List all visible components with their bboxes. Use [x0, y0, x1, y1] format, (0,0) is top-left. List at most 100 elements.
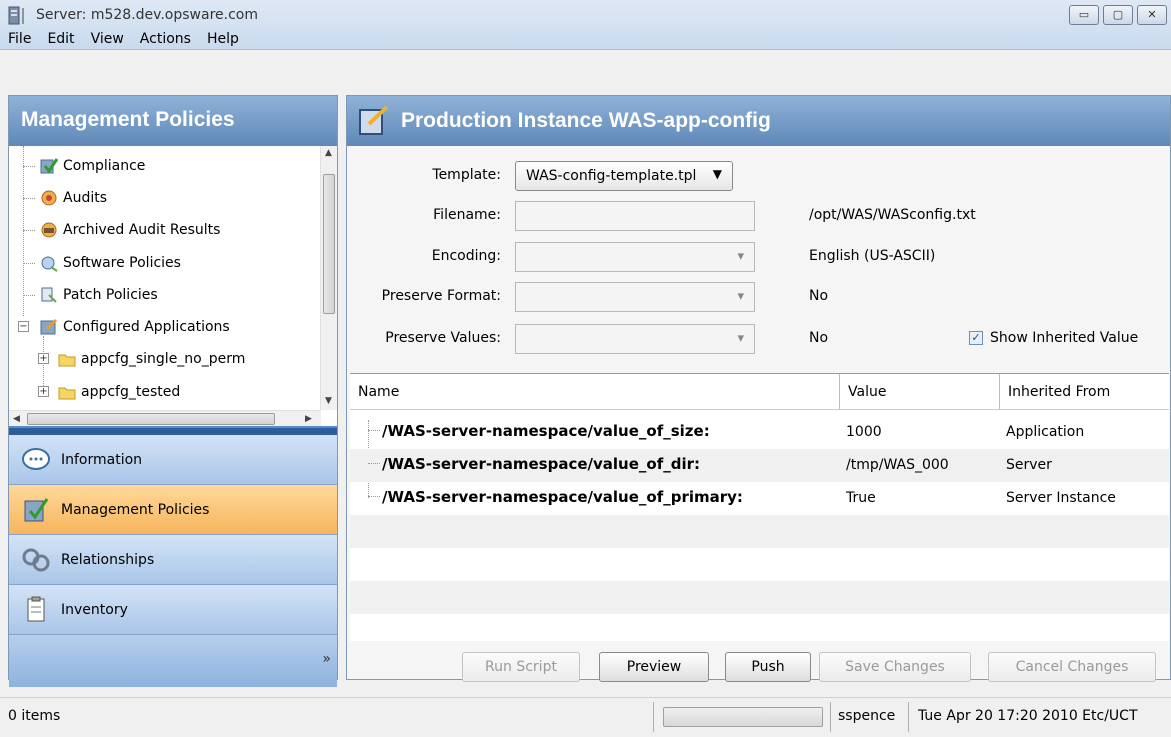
- run-script-button[interactable]: Run Script: [462, 652, 580, 682]
- tree-item-archived-audit-results[interactable]: Archived Audit Results: [39, 215, 220, 245]
- nav-information[interactable]: Information: [9, 435, 337, 485]
- close-button[interactable]: ✕: [1137, 5, 1167, 25]
- tree-item-patch-policies[interactable]: Patch Policies: [39, 280, 158, 310]
- tree-item-software-policies[interactable]: Software Policies: [39, 248, 181, 278]
- tree-horizontal-scrollbar[interactable]: ◀ ▶: [9, 410, 321, 426]
- patch-policy-icon: [41, 287, 57, 303]
- server-icon: [8, 6, 24, 25]
- tree-item-compliance[interactable]: Compliance: [39, 151, 145, 181]
- menu-bar: File Edit View Actions Help: [0, 28, 1171, 50]
- tree-item-label: Patch Policies: [63, 287, 158, 303]
- row-value: 1000: [846, 424, 882, 440]
- compliance-icon: [40, 158, 59, 174]
- minimize-button[interactable]: ▭: [1069, 5, 1099, 25]
- preserve-format-label: Preserve Format:: [381, 288, 501, 304]
- expand-appcfg-single-icon[interactable]: +: [38, 353, 49, 364]
- tree-item-appcfg-single-no-perm[interactable]: appcfg_single_no_perm: [57, 344, 245, 374]
- tree-item-label: Configured Applications: [63, 319, 230, 335]
- information-icon: [22, 447, 50, 470]
- table-row-empty: [350, 515, 1169, 548]
- push-button[interactable]: Push: [725, 652, 811, 682]
- tree-item-label: appcfg_tested: [81, 384, 181, 400]
- nav-footer: »: [9, 635, 337, 687]
- tree-item-label: Audits: [63, 190, 108, 206]
- row-inherited-from: Server: [1006, 457, 1052, 473]
- filename-field[interactable]: [515, 201, 755, 231]
- status-bar: 0 items sspence Tue Apr 20 17:20 2010 Et…: [0, 697, 1171, 737]
- values-table: Name Value Inherited From /WAS-server-na…: [350, 373, 1169, 641]
- table-row-empty: [350, 548, 1169, 581]
- nav-label: Information: [61, 451, 143, 468]
- table-row[interactable]: /WAS-server-namespace/value_of_primary: …: [350, 482, 1169, 515]
- scroll-down-icon[interactable]: ▼: [325, 396, 332, 406]
- window-titlebar: Server: m528.dev.opsware.com ▭ ▢ ✕ File …: [0, 0, 1171, 50]
- menu-view[interactable]: View: [83, 28, 132, 50]
- right-panel-header: Production Instance WAS-app-config: [347, 96, 1170, 146]
- scroll-left-icon[interactable]: ◀: [13, 414, 20, 424]
- nav-label: Inventory: [61, 601, 128, 618]
- save-changes-button[interactable]: Save Changes: [819, 652, 971, 682]
- scroll-right-icon[interactable]: ▶: [305, 414, 312, 424]
- tree-vertical-scroll-thumb[interactable]: [323, 174, 335, 314]
- more-nav-icon[interactable]: »: [322, 651, 331, 667]
- nav-management-policies[interactable]: Management Policies: [9, 485, 337, 535]
- preserve-values-label: Preserve Values:: [385, 330, 501, 346]
- tree-horizontal-scroll-thumb[interactable]: [27, 413, 275, 425]
- show-inherited-checkbox[interactable]: ✓: [969, 331, 983, 345]
- preserve-format-dropdown[interactable]: [515, 282, 755, 312]
- preserve-values-value: No: [809, 330, 829, 346]
- scroll-up-icon[interactable]: ▲: [325, 148, 332, 158]
- row-name: /WAS-server-namespace/value_of_size:: [382, 422, 710, 440]
- nav-inventory[interactable]: Inventory: [9, 585, 337, 635]
- column-header-value[interactable]: Value: [840, 374, 1000, 410]
- cancel-changes-button[interactable]: Cancel Changes: [988, 652, 1156, 682]
- template-dropdown[interactable]: WAS-config-template.tpl ▼: [515, 161, 733, 191]
- preserve-values-dropdown[interactable]: [515, 324, 755, 354]
- row-name: /WAS-server-namespace/value_of_primary:: [382, 488, 743, 506]
- menu-actions[interactable]: Actions: [132, 28, 199, 50]
- preview-button[interactable]: Preview: [599, 652, 709, 682]
- tree-item-label: Compliance: [63, 158, 146, 174]
- maximize-button[interactable]: ▢: [1103, 5, 1133, 25]
- folder-icon: [58, 387, 76, 400]
- left-panel-title: Management Policies: [9, 96, 337, 146]
- tree-item-audits[interactable]: Audits: [39, 183, 107, 213]
- filename-label: Filename:: [433, 207, 501, 223]
- table-row[interactable]: /WAS-server-namespace/value_of_dir: /tmp…: [350, 449, 1169, 482]
- nav-relationships[interactable]: Relationships: [9, 535, 337, 585]
- progress-bar: [663, 707, 823, 727]
- menu-file[interactable]: File: [0, 28, 39, 50]
- archived-audit-icon: [41, 222, 57, 238]
- folder-icon: [58, 354, 76, 367]
- preserve-format-value: No: [809, 288, 829, 304]
- tree-item-label: appcfg_single_no_perm: [81, 351, 246, 367]
- row-inherited-from: Application: [1006, 424, 1085, 440]
- configured-apps-icon: [40, 318, 58, 335]
- tree-item-label: Software Policies: [63, 255, 181, 271]
- status-user: sspence: [838, 708, 896, 724]
- show-inherited-label: Show Inherited Value: [990, 330, 1139, 346]
- tree-item-appcfg-tested[interactable]: appcfg_tested: [57, 377, 180, 407]
- window-title: Server: m528.dev.opsware.com: [36, 7, 258, 23]
- software-policy-icon: [41, 256, 58, 272]
- table-row[interactable]: /WAS-server-namespace/value_of_size: 100…: [350, 416, 1169, 449]
- action-button-bar: Run Script Preview Push Save Changes Can…: [347, 649, 1171, 683]
- tree-vertical-scrollbar[interactable]: ▲ ▼: [320, 146, 337, 410]
- filename-value: /opt/WAS/WASconfig.txt: [809, 207, 976, 223]
- row-name: /WAS-server-namespace/value_of_dir:: [382, 455, 700, 473]
- tree-item-configured-applications[interactable]: Configured Applications: [39, 312, 230, 342]
- menu-help[interactable]: Help: [199, 28, 247, 50]
- collapse-configured-apps-icon[interactable]: −: [18, 321, 29, 332]
- expand-appcfg-tested-icon[interactable]: +: [38, 386, 49, 397]
- column-header-name[interactable]: Name: [350, 374, 840, 410]
- nav-label: Relationships: [61, 551, 155, 568]
- table-row-empty: [350, 581, 1169, 614]
- chevron-down-icon: ▼: [712, 167, 722, 181]
- relationships-icon: [22, 548, 50, 571]
- menu-edit[interactable]: Edit: [39, 28, 82, 50]
- template-label: Template:: [432, 167, 501, 183]
- row-value: /tmp/WAS_000: [846, 457, 949, 473]
- column-header-inherited-from[interactable]: Inherited From: [1000, 374, 1169, 410]
- panel-splitter[interactable]: [9, 426, 337, 435]
- encoding-dropdown[interactable]: [515, 242, 755, 272]
